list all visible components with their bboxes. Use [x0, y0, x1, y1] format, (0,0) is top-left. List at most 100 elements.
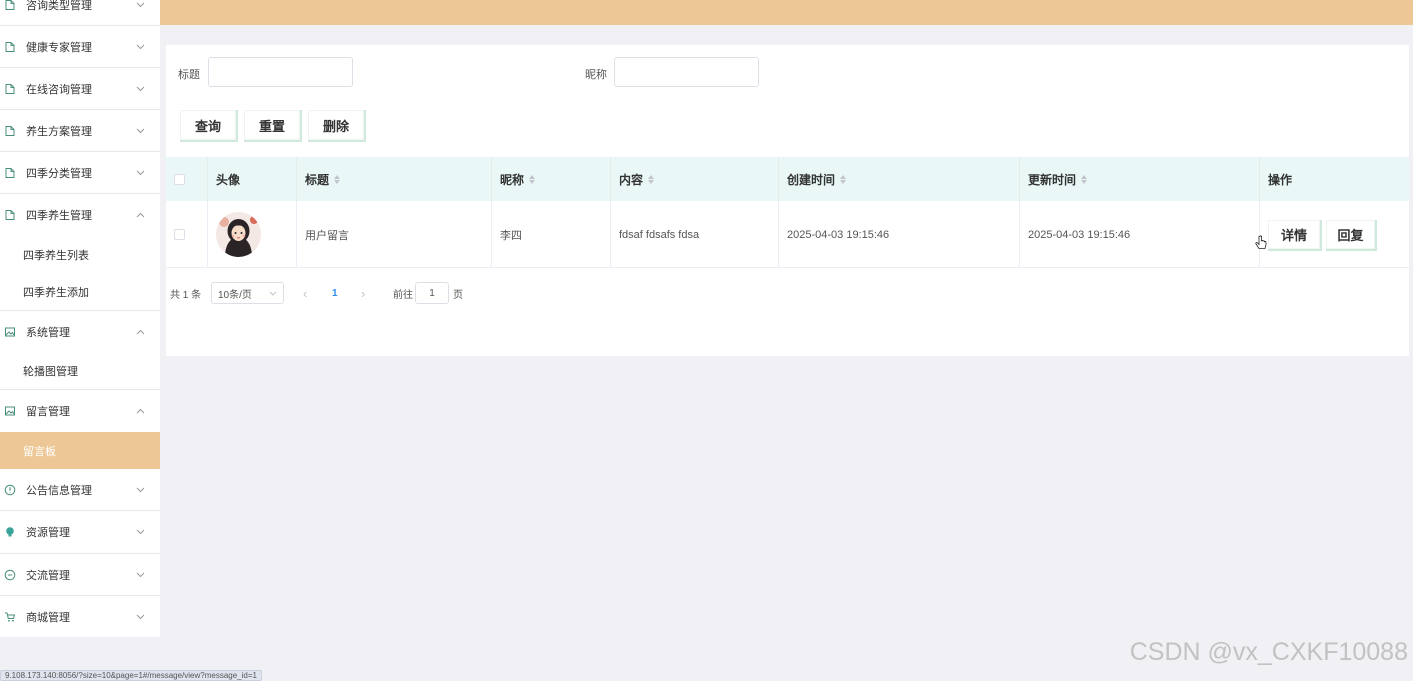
sidebar-subitem-message-board[interactable]: 留言板 — [0, 432, 160, 469]
goto-suffix-label: 页 — [453, 289, 463, 301]
chevron-down-icon — [134, 44, 146, 50]
header-updated[interactable]: 更新时间 — [1020, 157, 1260, 201]
row-title: 用户留言 — [305, 229, 349, 242]
document-icon — [3, 166, 17, 180]
chevron-up-icon — [134, 408, 146, 414]
row-content-cell: fdsaf fdsafs fdsa — [611, 201, 779, 268]
table-row: 用户留言 李四 fdsaf fdsafs fdsa 2025-04-03 19:… — [166, 201, 1409, 268]
chevron-down-icon — [134, 128, 146, 134]
sidebar-item-health-expert[interactable]: 健康专家管理 — [0, 26, 160, 68]
row-updated-cell: 2025-04-03 19:15:46 — [1020, 201, 1260, 268]
delete-button[interactable]: 删除 — [308, 110, 366, 142]
sidebar-subitem-season-add[interactable]: 四季养生添加 — [0, 274, 160, 311]
sidebar-item-online-consult[interactable]: 在线咨询管理 — [0, 68, 160, 110]
nickname-search-label: 昵称 — [585, 69, 607, 81]
row-actions-cell: 详情 回复 — [1260, 201, 1409, 268]
goto-page-value: 1 — [429, 287, 435, 299]
header-actions-label: 操作 — [1268, 172, 1293, 187]
reset-button[interactable]: 重置 — [244, 110, 302, 142]
header-content-label: 内容 — [619, 172, 644, 187]
chat-bubble-icon — [3, 568, 17, 582]
query-button[interactable]: 查询 — [180, 110, 238, 142]
pagination: 共 1 条 10条/页 ‹ 1 › 前往 1 页 — [166, 282, 1409, 304]
nickname-search-input[interactable] — [614, 57, 759, 87]
document-icon — [3, 82, 17, 96]
goto-prefix-label: 前往 — [393, 289, 413, 301]
chevron-down-icon — [134, 572, 146, 578]
status-bar-url: 9.108.173.140:8056/?size=10&page=1#/mess… — [0, 670, 262, 681]
document-icon — [3, 0, 17, 12]
lightbulb-icon — [3, 525, 17, 539]
row-nickname-cell: 李四 — [492, 201, 611, 268]
picture-icon — [3, 404, 17, 418]
sidebar-item-season-category[interactable]: 四季分类管理 — [0, 152, 160, 194]
header-created-label: 创建时间 — [787, 172, 836, 187]
reply-button[interactable]: 回复 — [1326, 220, 1377, 251]
header-nickname-label: 昵称 — [500, 172, 525, 187]
prev-page-button[interactable]: ‹ — [303, 282, 307, 304]
row-avatar-cell — [208, 201, 297, 268]
document-icon — [3, 208, 17, 222]
page-size-select[interactable]: 10条/页 — [211, 282, 284, 304]
sidebar-item-system[interactable]: 系统管理 — [0, 311, 160, 353]
sidebar-item-label: 咨询类型管理 — [26, 0, 92, 12]
next-page-button[interactable]: › — [361, 282, 365, 304]
sidebar-item-label: 在线咨询管理 — [26, 83, 92, 96]
header-nickname[interactable]: 昵称 — [492, 157, 611, 201]
sort-icon[interactable] — [648, 174, 655, 184]
select-all-checkbox[interactable] — [174, 173, 185, 185]
header-content[interactable]: 内容 — [611, 157, 779, 201]
sort-icon[interactable] — [840, 174, 847, 184]
title-search-label: 标题 — [178, 69, 200, 81]
chevron-down-icon — [269, 288, 277, 299]
table-header: 头像 标题 昵称 内容 创建时间 更新时间 操作 — [166, 157, 1409, 201]
chevron-down-icon — [134, 2, 146, 8]
current-page-number[interactable]: 1 — [332, 282, 338, 304]
row-content: fdsaf fdsafs fdsa — [619, 228, 700, 241]
document-icon — [3, 40, 17, 54]
chevron-down-icon — [134, 170, 146, 176]
sidebar-item-communication[interactable]: 交流管理 — [0, 554, 160, 596]
sidebar-subitem-season-list[interactable]: 四季养生列表 — [0, 236, 160, 274]
detail-button[interactable]: 详情 — [1268, 220, 1322, 251]
sidebar-item-label: 公告信息管理 — [26, 484, 92, 497]
sidebar-item-label: 资源管理 — [26, 527, 70, 539]
sort-icon[interactable] — [1081, 174, 1088, 184]
sidebar-item-season-health[interactable]: 四季养生管理 — [0, 194, 160, 236]
sidebar-item-label: 四季分类管理 — [26, 167, 92, 180]
chevron-up-icon — [134, 329, 146, 335]
chevron-down-icon — [134, 487, 146, 493]
sidebar-item-notice[interactable]: 公告信息管理 — [0, 469, 160, 511]
row-updated: 2025-04-03 19:15:46 — [1028, 228, 1131, 241]
header-created[interactable]: 创建时间 — [779, 157, 1020, 201]
sidebar-subitem-label: 四季养生添加 — [23, 287, 89, 299]
page-size-value: 10条/页 — [218, 289, 252, 301]
picture-icon — [3, 325, 17, 339]
header-select-cell — [166, 157, 208, 201]
goto-page-input[interactable]: 1 — [415, 282, 449, 304]
sidebar-item-label: 四季养生管理 — [26, 210, 92, 222]
header-avatar-label: 头像 — [216, 172, 241, 187]
header-avatar: 头像 — [208, 157, 297, 201]
sidebar-subitem-label: 四季养生列表 — [23, 250, 89, 262]
sidebar-item-label: 养生方案管理 — [26, 125, 92, 138]
title-search-input[interactable] — [208, 57, 353, 87]
sidebar-item-label: 留言管理 — [26, 406, 70, 418]
sidebar: 咨询类型管理 健康专家管理 在线咨询管理 养生方案管理 四季分类管理 四季养生管 — [0, 0, 160, 637]
sidebar-item-resource[interactable]: 资源管理 — [0, 511, 160, 554]
row-nickname: 李四 — [500, 229, 522, 242]
sidebar-item-consult-type[interactable]: 咨询类型管理 — [0, 0, 160, 26]
sort-icon[interactable] — [334, 174, 341, 184]
row-checkbox[interactable] — [174, 229, 185, 240]
header-updated-label: 更新时间 — [1028, 172, 1077, 187]
chevron-up-icon — [134, 212, 146, 218]
sidebar-subitem-carousel[interactable]: 轮播图管理 — [0, 353, 160, 390]
sidebar-item-label: 系统管理 — [26, 327, 70, 339]
sidebar-item-message[interactable]: 留言管理 — [0, 390, 160, 432]
sort-icon[interactable] — [529, 174, 536, 184]
pagination-total: 共 1 条 — [170, 289, 202, 301]
sidebar-item-health-plan[interactable]: 养生方案管理 — [0, 110, 160, 152]
header-actions: 操作 — [1260, 157, 1409, 201]
sidebar-item-shop[interactable]: 商城管理 — [0, 596, 160, 637]
header-title[interactable]: 标题 — [297, 157, 492, 201]
